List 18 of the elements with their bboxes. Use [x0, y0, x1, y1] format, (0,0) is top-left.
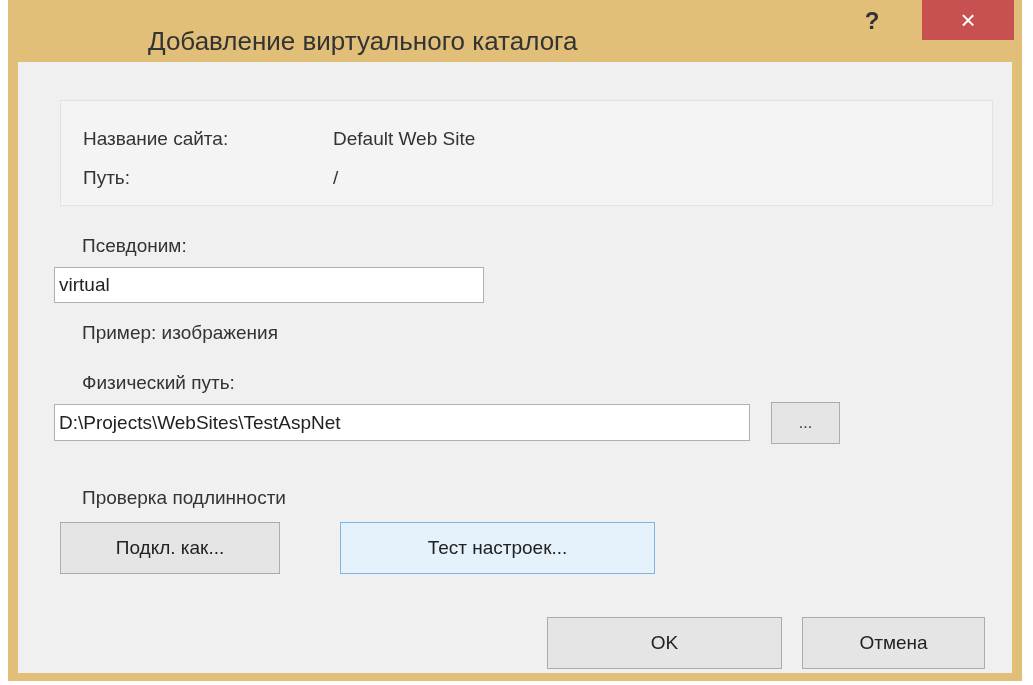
info-label: Название сайта: [83, 127, 230, 151]
close-button[interactable]: × [922, 0, 1014, 40]
dialog-button[interactable]: OK [547, 617, 782, 669]
info-value: Default Web Site [333, 127, 476, 151]
alias-label: Псевдоним: [82, 234, 187, 258]
auth-label: Проверка подлинности [82, 485, 286, 510]
window-title: Добавление виртуального каталога [148, 26, 578, 56]
dialog-button[interactable]: Тест настроек... [340, 522, 655, 574]
dialog-button[interactable]: Подкл. как... [60, 522, 280, 574]
dialog-button[interactable]: Отмена [802, 617, 985, 669]
info-value: / [333, 165, 339, 190]
alias-field[interactable]: virtual [54, 266, 484, 303]
path-label: Физический путь: [82, 371, 235, 395]
path-field[interactable]: D:\Projects\WebSites\TestAspNet [54, 404, 750, 441]
info-label: Путь: [83, 165, 132, 190]
help-button[interactable]: ? [852, 0, 892, 42]
example-text: Пример: изображения [82, 320, 278, 345]
browse-button[interactable]: ... [771, 401, 840, 444]
